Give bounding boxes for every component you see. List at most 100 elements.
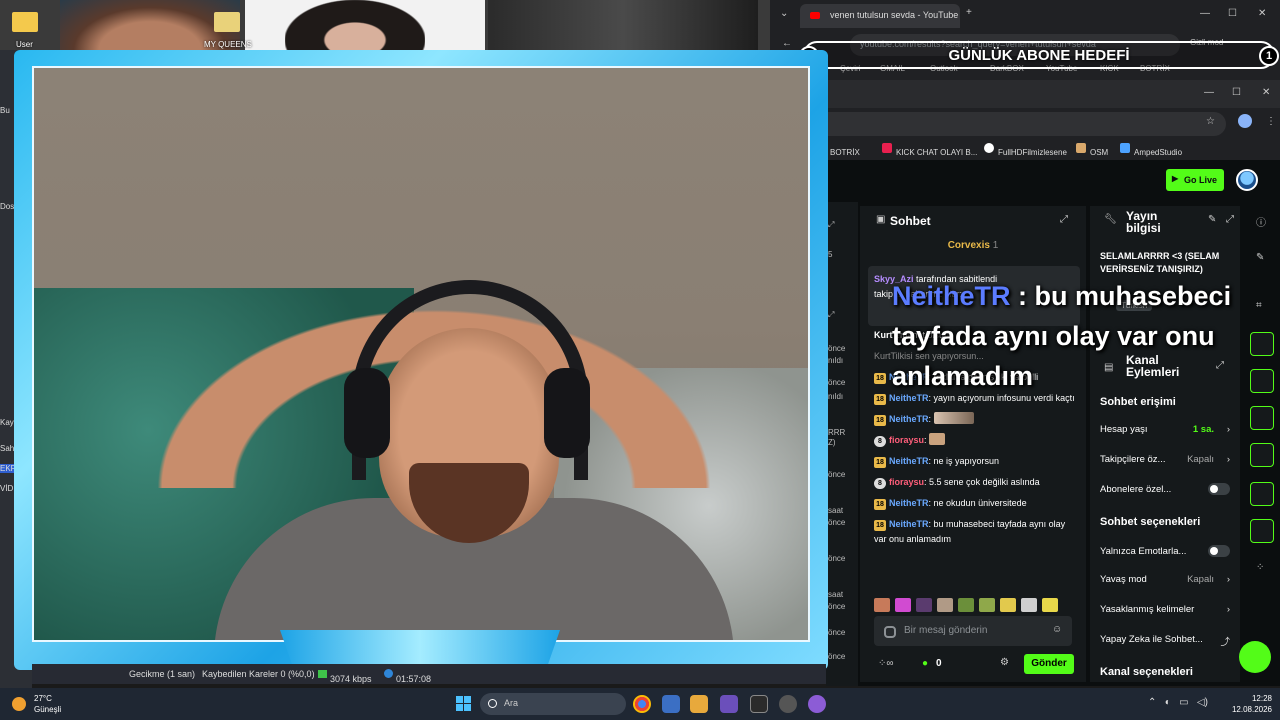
- activity-text: saat: [828, 590, 844, 599]
- slow-mode-setting[interactable]: Yavaş mod Kapalı ›: [1100, 574, 1230, 585]
- users-icon[interactable]: ⁘∞: [878, 658, 894, 669]
- chat-message[interactable]: 18 NeitheTR: bu muhasebeci tayfada aynı o…: [874, 517, 1080, 547]
- emote[interactable]: [979, 598, 995, 612]
- desktop-icon-label: User: [16, 40, 33, 49]
- emote[interactable]: [895, 598, 911, 612]
- subscriber-goal-overlay: 0 GÜNLÜK ABONE HEDEFİ 1: [799, 41, 1279, 69]
- weather-widget[interactable]: 27°C Güneşli: [34, 693, 61, 715]
- pencil-icon[interactable]: ✎: [1256, 252, 1264, 263]
- document-icon[interactable]: [1250, 369, 1274, 393]
- emoji-icon[interactable]: ☺: [1052, 624, 1062, 635]
- bookmark-item[interactable]: FullHDFilmizlesene: [984, 143, 1067, 157]
- activity-text: nıldı: [828, 392, 844, 401]
- gear-icon[interactable]: ⚙: [1000, 657, 1009, 668]
- profile-icon[interactable]: [1238, 114, 1252, 128]
- edit-icon[interactable]: ✎: [1208, 214, 1216, 225]
- activity-text: önce: [828, 554, 846, 563]
- chat-bubble-icon: ▣: [876, 214, 886, 225]
- wrench-icon[interactable]: [1250, 519, 1274, 543]
- wrench-icon: 🔧︎: [1104, 214, 1117, 225]
- teams-icon[interactable]: [720, 695, 738, 713]
- help-button[interactable]: [1239, 641, 1271, 673]
- window-label: Bu: [0, 106, 10, 115]
- lightning-icon[interactable]: [1250, 332, 1274, 356]
- account-age-setting[interactable]: Hesap yaşı 1 sa. ›: [1100, 424, 1230, 435]
- close-icon[interactable]: ✕: [1258, 8, 1266, 19]
- users-icon[interactable]: ⁘: [1256, 562, 1264, 573]
- star-icon[interactable]: ☆: [1206, 116, 1215, 127]
- headphone-cup: [344, 368, 390, 458]
- maximize-icon[interactable]: ☐: [1228, 8, 1237, 19]
- chat-message[interactable]: 18 NeitheTR: ne iş yapıyorsun: [874, 454, 1080, 469]
- bookmark-item[interactable]: KICK CHAT OLAYI B...: [882, 143, 977, 157]
- tab-list-icon[interactable]: ⌄: [780, 8, 788, 19]
- emote[interactable]: [937, 598, 953, 612]
- info-icon[interactable]: ⓘ: [1256, 214, 1266, 229]
- system-tray[interactable]: ⌃ ◐ ▭ ◁): [1148, 697, 1208, 708]
- folder-icon[interactable]: [214, 12, 240, 32]
- chrome-icon[interactable]: [633, 695, 651, 713]
- followers-only-setting[interactable]: Takipçilere öz... Kapalı ›: [1100, 454, 1230, 465]
- maximize-icon[interactable]: ☐: [1232, 87, 1241, 98]
- camera-icon[interactable]: ⌗: [1256, 300, 1262, 311]
- photos-icon[interactable]: [662, 695, 680, 713]
- stack-icon[interactable]: [1250, 482, 1274, 506]
- avatar[interactable]: [1236, 169, 1258, 191]
- chat-message[interactable]: 18 NeitheTR: ne okudun üniversitede: [874, 496, 1080, 511]
- popout-icon[interactable]: ⤢: [1060, 214, 1068, 225]
- emote: [933, 412, 974, 424]
- chat-message[interactable]: 8 fioraysu: 5.5 sene çok değilki aslında: [874, 475, 1080, 490]
- chat-footer: ⁘∞ ● 0 ⚙ Gönder: [874, 654, 1080, 676]
- expand-icon[interactable]: ⤢: [828, 310, 834, 320]
- emote[interactable]: [874, 598, 890, 612]
- chat-input[interactable]: Bir mesaj gönderin: [874, 616, 1072, 646]
- chat-title: Sohbet: [890, 214, 931, 228]
- close-icon[interactable]: ✕: [1262, 87, 1270, 98]
- ai-chat-setting[interactable]: Yapay Zeka ile Sohbet... ⤴: [1100, 634, 1230, 648]
- app-icon[interactable]: [808, 695, 826, 713]
- folder-icon[interactable]: [12, 12, 38, 32]
- send-button[interactable]: Gönder: [1024, 654, 1074, 674]
- emote[interactable]: [1021, 598, 1037, 612]
- chat-message[interactable]: 18 NeitheTR:: [874, 412, 1080, 427]
- windows-start-icon[interactable]: [456, 696, 472, 712]
- popout-icon[interactable]: ⤢: [1226, 214, 1234, 225]
- bookmark-item[interactable]: AmpedStudio: [1120, 143, 1182, 157]
- bitrate-status: 3074 kbps: [318, 669, 372, 684]
- screen: User MY QUEENS Bu Dosy Kay Sahı EKRA VİD…: [0, 0, 1280, 720]
- emote[interactable]: [958, 598, 974, 612]
- obs-icon[interactable]: [779, 695, 797, 713]
- minimize-icon[interactable]: —: [1204, 87, 1214, 98]
- file-explorer-icon[interactable]: [690, 695, 708, 713]
- bookmark-item[interactable]: OSM: [1076, 143, 1108, 157]
- sun-icon[interactable]: [12, 697, 26, 711]
- broadcast-icon[interactable]: [1250, 443, 1274, 467]
- menu-icon[interactable]: ⋮: [1266, 116, 1276, 127]
- chat-icon[interactable]: [1250, 406, 1274, 430]
- banned-words-setting[interactable]: Yasaklanmış kelimeler ›: [1100, 604, 1230, 615]
- new-tab-icon[interactable]: +: [966, 7, 972, 18]
- minimize-icon[interactable]: —: [1200, 8, 1210, 19]
- emote[interactable]: [1042, 598, 1058, 612]
- back-icon[interactable]: ←: [782, 38, 792, 49]
- clock[interactable]: 12:28 12.08.2026: [1228, 693, 1272, 715]
- chat-message[interactable]: 8 fioraysu:: [874, 433, 1080, 448]
- activity-text: önce: [828, 602, 846, 611]
- kick-header: Go Live: [826, 160, 1280, 202]
- address-bar[interactable]: [826, 112, 1226, 136]
- tab-youtube[interactable]: venen tutulsun sevda - YouTube: [800, 4, 960, 28]
- go-live-button[interactable]: Go Live: [1166, 169, 1224, 191]
- epic-games-icon[interactable]: [750, 695, 768, 713]
- chat-caption-overlay: NeitheTR : bu muhasebeci tayfada aynı ol…: [892, 276, 1252, 396]
- activity-text: nıldı: [828, 356, 844, 365]
- pinned-user[interactable]: Corvexis: [948, 240, 990, 251]
- emotes-only-toggle[interactable]: Yalnızca Emotlarla...: [1100, 545, 1230, 557]
- activity-text: saat: [828, 506, 844, 515]
- taskbar-search[interactable]: Ara: [480, 693, 626, 715]
- emote[interactable]: [916, 598, 932, 612]
- expand-icon[interactable]: ⤢: [828, 220, 834, 230]
- headphone-cup: [544, 368, 590, 458]
- latency-status: Gecikme (1 san): [129, 669, 196, 679]
- subscribers-only-toggle[interactable]: Abonelere özel...: [1100, 483, 1230, 495]
- emote[interactable]: [1000, 598, 1016, 612]
